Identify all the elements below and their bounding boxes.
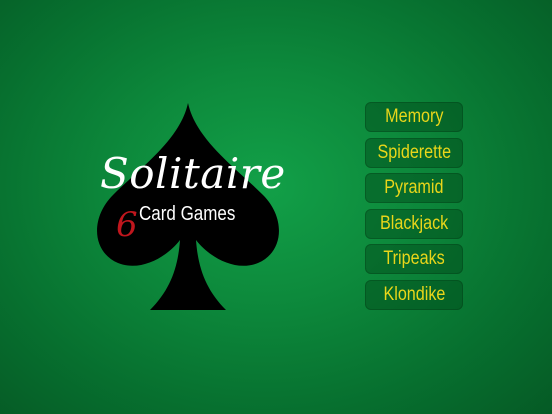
pyramid-button-label: Pyramid: [384, 177, 444, 198]
spiderette-button[interactable]: Spiderette: [365, 137, 463, 168]
blackjack-button[interactable]: Blackjack: [365, 208, 463, 239]
game-menu: Memory Spiderette Pyramid Blackjack Trip…: [365, 102, 463, 315]
logo-subtitle: Card Games: [139, 203, 236, 225]
klondike-button[interactable]: Klondike: [365, 279, 463, 310]
memory-button[interactable]: Memory: [365, 102, 463, 132]
tripeaks-button[interactable]: Tripeaks: [365, 244, 463, 274]
logo-title: Solitaire: [100, 149, 286, 198]
blackjack-button-label: Blackjack: [379, 212, 449, 234]
spiderette-button-label: Spiderette: [377, 141, 451, 163]
logo-number: 6: [116, 205, 138, 245]
klondike-button-label: Klondike: [383, 283, 445, 305]
main-screen: Solitaire 6 Card Games Memory Spiderette…: [0, 0, 552, 414]
pyramid-button[interactable]: Pyramid: [365, 173, 463, 203]
tripeaks-button-label: Tripeaks: [383, 248, 445, 269]
memory-button-label: Memory: [384, 106, 444, 127]
